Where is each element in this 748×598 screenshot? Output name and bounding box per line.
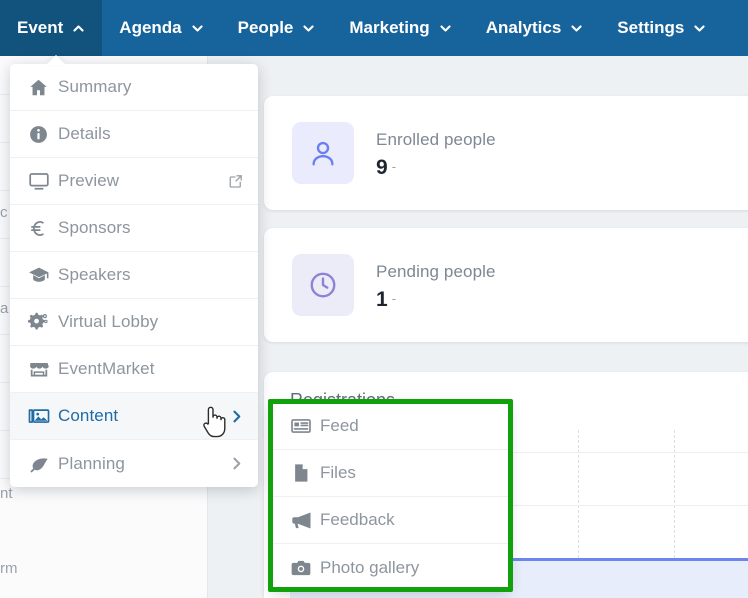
euro-icon — [28, 218, 58, 239]
chevron-down-icon — [191, 22, 204, 35]
submenu-item-label: Feed — [320, 416, 359, 435]
images-icon — [28, 405, 58, 427]
sidebar-item-label-fragment[interactable]: a — [0, 300, 8, 317]
file-icon — [290, 462, 320, 484]
menu-item-details[interactable]: Details — [10, 111, 258, 158]
stat-card-value: 1- — [376, 288, 396, 312]
stat-card-label: Enrolled people — [376, 130, 496, 149]
nav-item-event[interactable]: Event — [0, 0, 103, 56]
menu-item-summary[interactable]: Summary — [10, 64, 258, 111]
menu-item-label: Preview — [58, 171, 120, 190]
stat-card-enrolled-people[interactable]: Enrolled people 9- — [264, 96, 748, 210]
menu-item-eventmarket[interactable]: EventMarket — [10, 346, 258, 393]
menu-item-label: Speakers — [58, 265, 131, 284]
submenu-item-label: Files — [320, 463, 356, 482]
menu-item-speakers[interactable]: Speakers — [10, 252, 258, 299]
menu-item-virtual-lobby[interactable]: Virtual Lobby — [10, 299, 258, 346]
stat-card-label: Pending people — [376, 262, 496, 281]
content-submenu: Feed Files Feedback Photo gallery — [272, 403, 509, 591]
submenu-item-files[interactable]: Files — [272, 450, 509, 497]
nav-item-people[interactable]: People — [221, 0, 333, 56]
stat-card-value: 9- — [376, 156, 396, 180]
menu-item-preview[interactable]: Preview — [10, 158, 258, 205]
submenu-item-photo-gallery[interactable]: Photo gallery — [272, 544, 509, 591]
chevron-down-icon — [570, 22, 583, 35]
nav-item-analytics[interactable]: Analytics — [469, 0, 601, 56]
chevron-up-icon — [72, 22, 85, 35]
menu-item-label: EventMarket — [58, 359, 155, 378]
submenu-item-label: Photo gallery — [320, 557, 420, 577]
chevron-right-icon[interactable] — [229, 456, 244, 471]
gears-icon — [28, 311, 58, 333]
stat-card-suffix: - — [391, 291, 397, 306]
menu-item-label: Details — [58, 124, 111, 143]
leaf-icon — [28, 453, 58, 475]
stat-card-number: 9 — [376, 156, 388, 179]
sidebar-item-label-fragment[interactable]: nt — [0, 485, 13, 502]
clock-icon — [310, 272, 336, 298]
nav-item-label: Agenda — [119, 18, 182, 37]
submenu-item-feedback[interactable]: Feedback — [272, 497, 509, 544]
menu-item-label: Content — [58, 406, 119, 425]
store-icon — [28, 358, 58, 380]
top-navigation-bar: Event Agenda People Marketing Analytics … — [0, 0, 748, 56]
nav-item-label: Marketing — [349, 18, 430, 37]
camera-icon — [290, 557, 320, 579]
newspaper-icon — [290, 415, 320, 437]
menu-item-label: Planning — [58, 453, 125, 473]
megaphone-icon — [290, 509, 320, 532]
info-icon — [28, 124, 58, 145]
chevron-right-icon[interactable] — [229, 409, 244, 424]
sidebar-item-label-fragment[interactable]: c — [0, 204, 8, 221]
nav-item-settings[interactable]: Settings — [600, 0, 723, 56]
chevron-down-icon — [439, 22, 452, 35]
nav-item-agenda[interactable]: Agenda — [102, 0, 220, 56]
person-icon — [312, 141, 334, 166]
menu-item-sponsors[interactable]: Sponsors — [10, 205, 258, 252]
sidebar-item-label-fragment[interactable]: rm — [0, 560, 18, 577]
menu-item-label: Virtual Lobby — [58, 312, 159, 331]
submenu-item-feed[interactable]: Feed — [272, 403, 509, 450]
chevron-down-icon — [302, 22, 315, 35]
graduation-cap-icon — [28, 264, 58, 286]
menu-item-label: Sponsors — [58, 218, 131, 237]
nav-item-label: Settings — [617, 18, 685, 37]
nav-item-marketing[interactable]: Marketing — [332, 0, 468, 56]
external-link-icon[interactable] — [228, 173, 244, 189]
menu-item-content[interactable]: Content — [10, 393, 258, 440]
screen-root: c a nt rm Enrolled people 9- Pending peo… — [0, 0, 748, 598]
submenu-item-label: Feedback — [320, 510, 395, 529]
clock-icon-tile — [292, 254, 354, 316]
nav-item-label: People — [237, 18, 294, 37]
menu-item-label: Summary — [58, 77, 132, 96]
nav-item-label: Event — [17, 18, 64, 37]
event-dropdown-menu: Summary Details Preview Sponsors Speaker… — [10, 55, 258, 487]
stat-card-suffix: - — [391, 159, 397, 174]
menu-item-planning[interactable]: Planning — [10, 440, 258, 487]
monitor-icon — [28, 170, 58, 192]
stat-card-number: 1 — [376, 288, 388, 311]
stat-card-pending-people[interactable]: Pending people 1- — [264, 228, 748, 342]
chevron-down-icon — [693, 22, 706, 35]
person-icon-tile — [292, 122, 354, 184]
home-icon — [28, 77, 58, 98]
nav-item-label: Analytics — [485, 18, 562, 37]
